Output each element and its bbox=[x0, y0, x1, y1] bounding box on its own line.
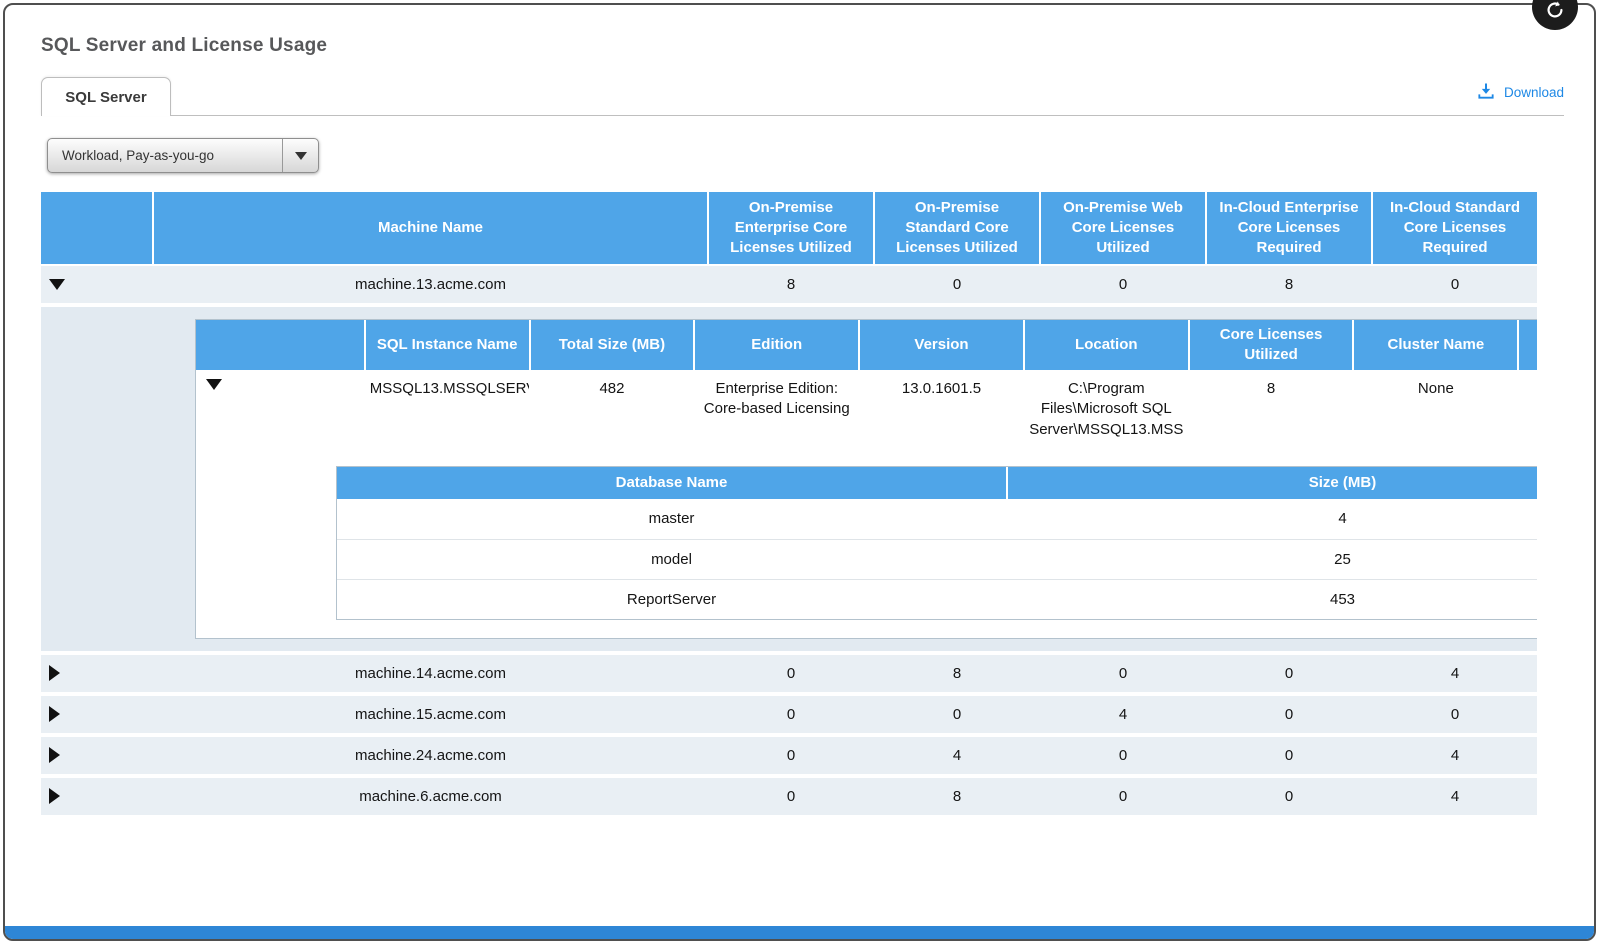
value-cell: 0 bbox=[1373, 696, 1537, 733]
database-row: master 4 bbox=[337, 499, 1537, 539]
database-name-cell: ReportServer bbox=[337, 591, 1006, 608]
database-row: model 25 bbox=[337, 539, 1537, 579]
expanded-detail-area: SQL Instance Name Total Size (MB) Editio… bbox=[41, 307, 1537, 651]
machine-row: machine.6.acme.com 0 8 0 0 4 bbox=[41, 778, 1537, 815]
value-cell: 0 bbox=[1207, 778, 1371, 815]
machine-license-table: Machine Name On-Premise Enterprise Core … bbox=[41, 192, 1537, 815]
col-instance-name: SQL Instance Name bbox=[366, 320, 529, 370]
value-cell: 4 bbox=[1041, 696, 1205, 733]
edition-cell: Enterprise Edition: Core-based Licensing bbox=[695, 379, 858, 440]
location-cell: C:\Program Files\Microsoft SQL Server\MS… bbox=[1025, 379, 1188, 440]
chevron-down-icon bbox=[295, 152, 307, 160]
expander-column-header bbox=[196, 320, 364, 370]
value-cell: 0 bbox=[1041, 737, 1205, 774]
instance-row: MSSQL13.MSSQLSERVER 482 Enterprise Editi… bbox=[196, 370, 1537, 450]
expander-column-header bbox=[41, 192, 152, 264]
page-title: SQL Server and License Usage bbox=[41, 35, 1594, 57]
value-cell: 0 bbox=[1041, 266, 1205, 303]
core-licenses-cell: 8 bbox=[1190, 379, 1353, 440]
value-cell: 0 bbox=[1373, 266, 1537, 303]
value-cell: 4 bbox=[1373, 655, 1537, 692]
database-table-header: Database Name Size (MB) bbox=[337, 467, 1537, 499]
workload-dropdown-value: Workload, Pay-as-you-go bbox=[48, 148, 282, 163]
instance-table-header: SQL Instance Name Total Size (MB) Editio… bbox=[196, 320, 1537, 370]
expand-row-icon[interactable] bbox=[49, 665, 60, 681]
col-incloud-standard: In-Cloud Standard Core Licenses Required bbox=[1373, 192, 1537, 264]
machine-name-cell: machine.13.acme.com bbox=[154, 266, 707, 303]
col-core-licenses: Core Licenses Utilized bbox=[1190, 320, 1353, 370]
machine-name-cell: machine.15.acme.com bbox=[154, 696, 707, 733]
col-incloud-enterprise: In-Cloud Enterprise Core Licenses Requir… bbox=[1207, 192, 1371, 264]
machine-row: machine.14.acme.com 0 8 0 0 4 bbox=[41, 655, 1537, 692]
value-cell: 0 bbox=[709, 737, 873, 774]
cluster-name-cell: None bbox=[1354, 379, 1517, 440]
content-panel: SQL Server and License Usage SQL Server … bbox=[3, 3, 1596, 941]
col-database-name: Database Name bbox=[337, 467, 1006, 499]
value-cell: 0 bbox=[875, 696, 1039, 733]
filter-row: Workload, Pay-as-you-go bbox=[47, 138, 1594, 173]
col-machine-name: Machine Name bbox=[154, 192, 707, 264]
database-name-cell: master bbox=[337, 510, 1006, 527]
machine-table-header: Machine Name On-Premise Enterprise Core … bbox=[41, 192, 1537, 264]
value-cell: 4 bbox=[875, 737, 1039, 774]
value-cell: 0 bbox=[875, 266, 1039, 303]
dropdown-button[interactable] bbox=[282, 139, 318, 172]
col-onprem-standard: On-Premise Standard Core Licenses Utiliz… bbox=[875, 192, 1039, 264]
database-row: ReportServer 453 bbox=[337, 579, 1537, 619]
value-cell: 8 bbox=[875, 778, 1039, 815]
value-cell: 4 bbox=[1373, 778, 1537, 815]
machine-name-cell: machine.6.acme.com bbox=[154, 778, 707, 815]
value-cell: 8 bbox=[709, 266, 873, 303]
machine-row: machine.13.acme.com 8 0 0 8 0 bbox=[41, 266, 1537, 303]
col-cluster-name: Cluster Name bbox=[1354, 320, 1517, 370]
overflow-cell bbox=[1519, 379, 1537, 440]
download-button[interactable]: Download bbox=[1476, 81, 1564, 104]
database-table: Database Name Size (MB) master 4 model 2… bbox=[336, 466, 1537, 620]
expand-row-icon[interactable] bbox=[49, 788, 60, 804]
sql-instance-table: SQL Instance Name Total Size (MB) Editio… bbox=[195, 319, 1537, 639]
value-cell: 8 bbox=[875, 655, 1039, 692]
expand-row-icon[interactable] bbox=[49, 747, 60, 763]
total-size-cell: 482 bbox=[531, 379, 694, 440]
database-size-cell: 25 bbox=[1008, 551, 1537, 568]
machine-name-cell: machine.24.acme.com bbox=[154, 737, 707, 774]
value-cell: 0 bbox=[709, 696, 873, 733]
value-cell: 0 bbox=[1207, 655, 1371, 692]
value-cell: 0 bbox=[1041, 655, 1205, 692]
bottom-bar bbox=[5, 926, 1594, 939]
database-size-cell: 453 bbox=[1008, 591, 1537, 608]
col-database-size: Size (MB) bbox=[1008, 467, 1537, 499]
database-name-cell: model bbox=[337, 551, 1006, 568]
collapse-row-icon[interactable] bbox=[206, 379, 222, 390]
tab-sql-server[interactable]: SQL Server bbox=[41, 77, 171, 116]
value-cell: 0 bbox=[709, 778, 873, 815]
machine-row: machine.15.acme.com 0 0 4 0 0 bbox=[41, 696, 1537, 733]
col-onprem-web: On-Premise Web Core Licenses Utilized bbox=[1041, 192, 1205, 264]
value-cell: 0 bbox=[1207, 696, 1371, 733]
value-cell: 0 bbox=[709, 655, 873, 692]
col-onprem-enterprise: On-Premise Enterprise Core Licenses Util… bbox=[709, 192, 873, 264]
expand-row-icon[interactable] bbox=[49, 706, 60, 722]
value-cell: 0 bbox=[1041, 778, 1205, 815]
version-cell: 13.0.1601.5 bbox=[860, 379, 1023, 440]
value-cell: 4 bbox=[1373, 737, 1537, 774]
value-cell: 0 bbox=[1207, 737, 1371, 774]
download-icon bbox=[1476, 81, 1496, 104]
instance-name-cell: MSSQL13.MSSQLSERVER bbox=[366, 379, 529, 440]
col-edition: Edition bbox=[695, 320, 858, 370]
machine-row: machine.24.acme.com 0 4 0 0 4 bbox=[41, 737, 1537, 774]
tab-bar: SQL Server Download bbox=[41, 75, 1564, 116]
machine-name-cell: machine.14.acme.com bbox=[154, 655, 707, 692]
col-version: Version bbox=[860, 320, 1023, 370]
refresh-icon bbox=[1544, 0, 1566, 26]
col-location: Location bbox=[1025, 320, 1188, 370]
col-total-size: Total Size (MB) bbox=[531, 320, 694, 370]
collapse-row-icon[interactable] bbox=[49, 279, 65, 290]
download-label: Download bbox=[1504, 85, 1564, 100]
workload-dropdown[interactable]: Workload, Pay-as-you-go bbox=[47, 138, 319, 173]
database-size-cell: 4 bbox=[1008, 510, 1537, 527]
value-cell: 8 bbox=[1207, 266, 1371, 303]
col-overflow-clipped bbox=[1519, 320, 1537, 370]
